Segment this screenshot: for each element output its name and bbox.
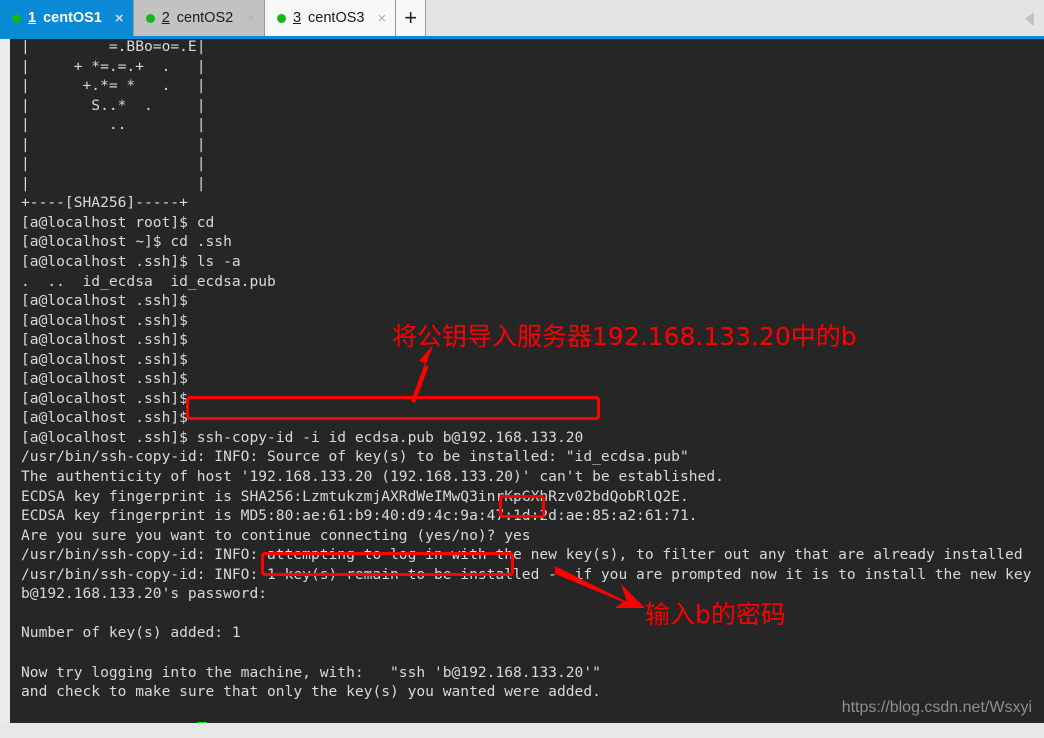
close-icon[interactable]: × (246, 11, 255, 26)
terminal-line: Number of key(s) added: 1 (21, 624, 241, 642)
terminal-line: [a@localhost .ssh]$ (21, 350, 188, 368)
terminal-line: | | (21, 174, 206, 192)
terminal-line: [a@localhost .ssh]$ (21, 389, 188, 407)
terminal-line: /usr/bin/ssh-copy-id: INFO: Source of ke… (21, 448, 689, 466)
terminal-line: The authenticity of host '192.168.133.20… (21, 468, 724, 486)
terminal-line: [a@localhost .ssh]$ (21, 331, 188, 349)
terminal-line: b@192.168.133.20's password: (21, 585, 268, 603)
tab-status-dot-icon (276, 13, 286, 23)
watermark-text: https://blog.csdn.net/Wsxyi (841, 699, 1032, 716)
tab-status-dot-icon (145, 13, 155, 23)
terminal-line: [a@localhost root]$ cd (21, 213, 215, 231)
tab-status-dot-icon (12, 13, 21, 23)
terminal-line: Now try logging into the machine, with: … (21, 663, 601, 681)
terminal-line: | .. | (21, 116, 206, 134)
chevron-left-icon[interactable] (1025, 12, 1034, 26)
tab-label: centOS3 (308, 10, 365, 26)
tab-centos3[interactable]: 3 centOS3 × (264, 0, 397, 36)
terminal-line: /usr/bin/ssh-copy-id: INFO: 1 key(s) rem… (21, 565, 1032, 583)
terminal-line: . .. id_ecdsa id_ecdsa.pub (21, 272, 276, 290)
terminal-line: [a@localhost ~]$ cd .ssh (21, 233, 232, 251)
terminal-line: /usr/bin/ssh-copy-id: INFO: attempting t… (21, 546, 1023, 564)
terminal-line: [a@localhost .ssh]$ (21, 370, 188, 388)
tab-number: 2 (161, 10, 170, 26)
terminal-line: ECDSA key fingerprint is MD5:80:ae:61:b9… (21, 507, 698, 525)
close-icon[interactable]: × (115, 11, 124, 26)
tab-bar-empty-area (426, 0, 1044, 36)
terminal-outer: | =.BBo=o=.E| | + *=.=.+ . | | +.*= * . | |… (0, 39, 1044, 723)
terminal-line: | | (21, 155, 206, 173)
close-icon[interactable]: × (377, 11, 386, 26)
terminal-line: ECDSA key fingerprint is SHA256:Lzmtukzm… (21, 487, 689, 505)
terminal-output: | =.BBo=o=.E| | + *=.=.+ . | | +.*= * . | |… (21, 39, 1031, 723)
terminal-line: [a@localhost .ssh]$ ls -a (21, 253, 241, 271)
tab-number: 3 (292, 10, 302, 26)
terminal-line: | =.BBo=o=.E| (21, 39, 206, 55)
tab-label: centOS2 (176, 10, 234, 26)
tab-number: 1 (28, 10, 37, 26)
status-bar (0, 723, 1044, 738)
terminal-line: [a@localhost .ssh]$ (21, 409, 188, 427)
terminal-line: | + *=.=.+ . | (21, 57, 206, 75)
terminal-line: | | (21, 135, 206, 153)
terminal-line: | +.*= * . | (21, 77, 206, 95)
tab-bar: 1 centOS1 × 2 centOS2 × 3 centOS3 × + (0, 0, 1044, 36)
tab-label: centOS1 (43, 10, 102, 26)
terminal-line: +----[SHA256]-----+ (21, 194, 188, 212)
terminal-line: | S..* . | (21, 96, 206, 114)
terminal-line: [a@localhost .ssh]$ (21, 292, 188, 310)
tab-centos2[interactable]: 2 centOS2 × (133, 0, 265, 36)
terminal-line: [a@localhost .ssh]$ (21, 311, 188, 329)
terminal-screen[interactable]: | =.BBo=o=.E| | + *=.=.+ . | | +.*= * . | |… (10, 39, 1044, 723)
add-tab-button[interactable]: + (396, 0, 427, 36)
terminal-line: [a@localhost .ssh]$ ssh-copy-id -i id ec… (21, 428, 584, 446)
terminal-line: Are you sure you want to continue connec… (21, 526, 531, 544)
tab-centos1[interactable]: 1 centOS1 × (0, 0, 134, 36)
